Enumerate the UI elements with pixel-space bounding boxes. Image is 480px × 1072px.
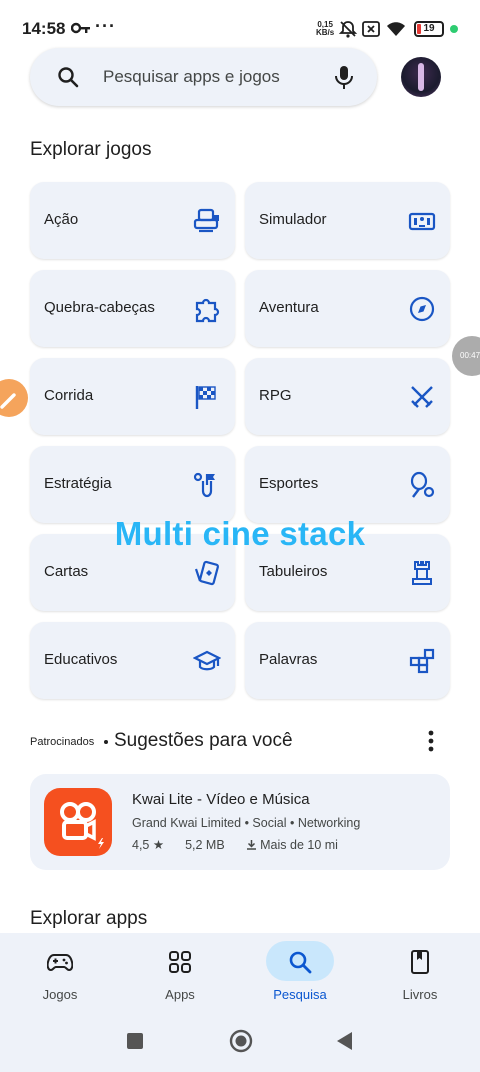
sponsored-label: Patrocinados xyxy=(30,736,95,748)
home-button[interactable] xyxy=(228,1028,254,1054)
brush-icon xyxy=(0,393,16,409)
screen-recorder-timer[interactable]: 00:47 xyxy=(452,336,480,376)
kwai-app-icon xyxy=(44,788,112,856)
puzzle-icon xyxy=(195,298,220,323)
back-button[interactable] xyxy=(334,1030,354,1052)
app-card-kwai[interactable]: Kwai Lite - Vídeo e Música Grand Kwai Li… xyxy=(30,774,450,870)
app-size: 5,2 MB xyxy=(185,838,225,852)
status-time: 14:58 xyxy=(22,19,66,38)
mic-icon[interactable] xyxy=(332,64,356,90)
game-controller-icon xyxy=(193,208,219,233)
no-sim-icon xyxy=(362,21,380,37)
graduation-cap-icon xyxy=(193,650,221,671)
app-rating: 4,5 xyxy=(132,838,150,852)
star-icon: ★ xyxy=(152,838,165,852)
search-bar[interactable]: Pesquisar apps e jogos xyxy=(30,48,377,106)
sports-racket-icon xyxy=(410,471,435,498)
search-icon xyxy=(289,951,312,974)
section-title-explore-apps: Explorar apps xyxy=(30,908,148,929)
apps-grid-icon xyxy=(169,951,191,973)
nav-games[interactable]: Jogos xyxy=(0,941,120,1011)
kwai-logo-icon xyxy=(60,802,104,849)
category-action[interactable]: Ação xyxy=(30,182,235,259)
app-downloads: Mais de 10 mi xyxy=(260,838,338,852)
category-racing[interactable]: Corrida xyxy=(30,358,235,435)
separator-dot: • xyxy=(289,816,298,830)
privacy-dot xyxy=(450,25,458,33)
network-speed: 0,15 KB/s xyxy=(316,20,335,37)
app-tag-networking: Networking xyxy=(297,816,361,830)
compass-icon xyxy=(409,296,435,322)
gamepad-icon xyxy=(47,954,73,972)
nav-search[interactable]: Pesquisa xyxy=(240,941,360,1011)
search-icon xyxy=(58,67,79,88)
more-notifications-icon: ··· xyxy=(95,16,116,36)
wifi-icon xyxy=(387,22,405,36)
more-options-icon[interactable] xyxy=(420,728,442,754)
separator-dot xyxy=(104,740,108,744)
battery-indicator: 19 xyxy=(414,21,444,37)
category-simulator[interactable]: Simulador xyxy=(245,182,450,259)
category-words[interactable]: Palavras xyxy=(245,622,450,699)
key-icon xyxy=(71,22,90,34)
crossed-swords-icon xyxy=(411,386,433,408)
category-rpg[interactable]: RPG xyxy=(245,358,450,435)
app-name: Kwai Lite - Vídeo e Música xyxy=(132,791,310,808)
nav-books[interactable]: Livros xyxy=(360,941,480,1011)
app-meta-line: 4,5 ★ 5,2 MB Mais de 10 mi xyxy=(132,837,338,852)
category-puzzle[interactable]: Quebra-cabeças xyxy=(30,270,235,347)
app-developer-line: Grand Kwai Limited • Social • Networking xyxy=(132,816,360,830)
word-blocks-icon xyxy=(409,648,435,674)
search-input[interactable]: Pesquisar apps e jogos xyxy=(103,67,280,87)
category-educational[interactable]: Educativos xyxy=(30,622,235,699)
app-developer: Grand Kwai Limited xyxy=(132,816,242,830)
strategy-flag-icon xyxy=(193,472,215,498)
category-strategy[interactable]: Estratégia xyxy=(30,446,235,523)
section-title-suggestions: Sugestões para você xyxy=(114,730,293,751)
avatar[interactable] xyxy=(401,57,441,97)
nav-apps[interactable]: Apps xyxy=(120,941,240,1011)
chess-rook-icon xyxy=(412,561,432,585)
app-tag-social: Social xyxy=(252,816,287,830)
bell-muted-icon xyxy=(338,21,358,38)
simulator-icon xyxy=(408,212,436,231)
checkered-flag-icon xyxy=(195,386,216,409)
download-icon xyxy=(246,840,256,850)
system-navigation-bar xyxy=(0,1010,480,1072)
cards-icon xyxy=(194,560,220,586)
category-sports[interactable]: Esportes xyxy=(245,446,450,523)
recents-button[interactable] xyxy=(125,1031,145,1051)
watermark-text: Multi cine stack xyxy=(114,515,366,552)
brush-floating-button[interactable] xyxy=(0,379,28,417)
section-title-explore-games: Explorar jogos xyxy=(30,139,152,160)
book-icon xyxy=(411,950,429,974)
category-adventure[interactable]: Aventura xyxy=(245,270,450,347)
